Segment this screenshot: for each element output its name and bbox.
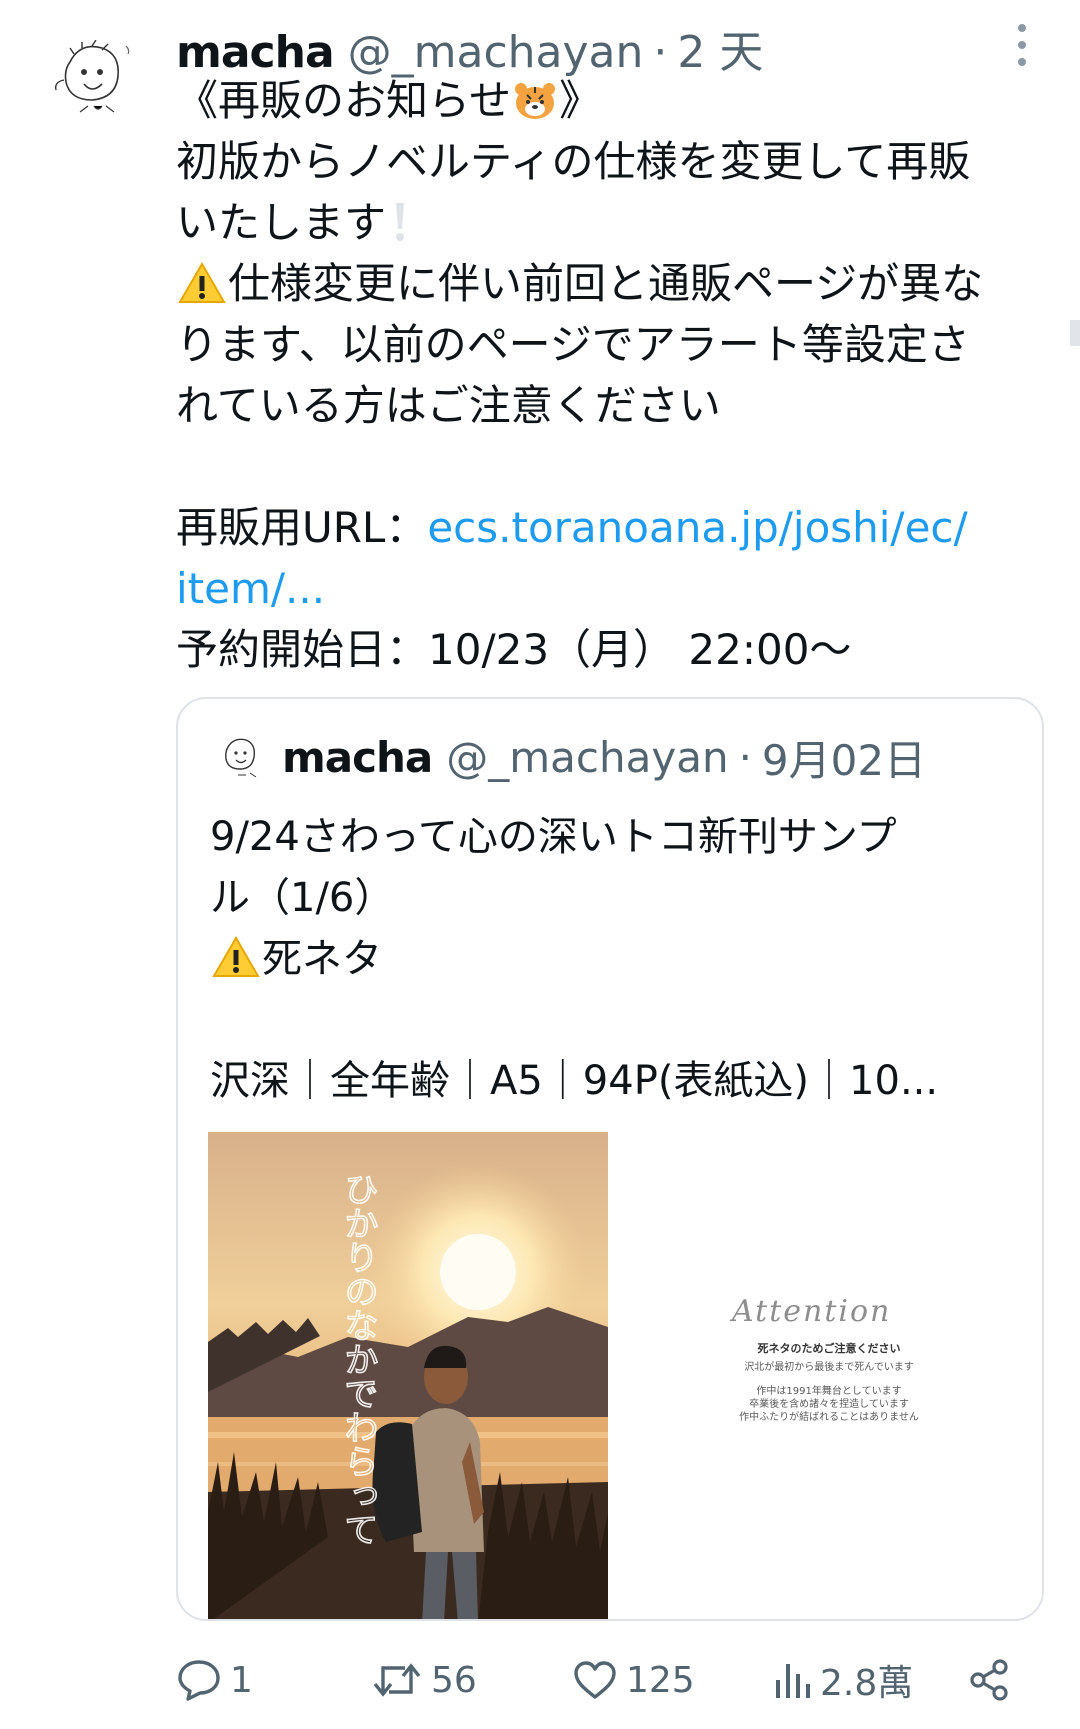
action-bar: 1 56 125 2.8萬 <box>176 1650 1026 1710</box>
retweet-icon <box>373 1663 421 1697</box>
author-avatar[interactable] <box>40 40 150 120</box>
url-line: 再販用URL：ecs.toranoana.jp/joshi/ec/ <box>176 503 968 552</box>
retweet-count: 56 <box>431 1659 477 1701</box>
warning-icon <box>212 936 260 977</box>
exclamation-icon <box>396 203 405 241</box>
quoted-tweet[interactable]: macha @_machayan · 9月02日 9/24さわって心の深いトコ新… <box>176 697 1044 1621</box>
attention-line-2: 沢北が最初から最後まで死んでいます <box>744 1362 914 1373</box>
cover-title: ひかりのなかでわらって <box>338 1172 378 1546</box>
tweet-line-6: れている方はご注意ください <box>176 381 721 430</box>
quoted-line-1: 9/24さわって心の深いトコ新刊サンプ <box>210 814 897 860</box>
reply-button[interactable]: 1 <box>176 1650 253 1710</box>
tweet-line-4: 仕様変更に伴い前回と通販ページが異な <box>176 253 1036 314</box>
attention-image[interactable]: Attention 死ネタのためご注意ください 沢北が最初から最後まで死んでいま… <box>612 1132 1042 1619</box>
views-button[interactable]: 2.8萬 <box>772 1650 913 1710</box>
quoted-avatar <box>225 738 257 778</box>
quoted-body: 9/24さわって心の深いトコ新刊サンプ ル（1/6） 死ネタ 沢深｜全年齢｜A5… <box>210 807 1030 1112</box>
reserve-date: 予約開始日：10/23（月） 22:00〜 <box>176 625 852 674</box>
views-count: 2.8萬 <box>820 1663 914 1704</box>
tweet-line-3: いたします <box>176 192 1036 253</box>
tweet-line-2: 初版からノベルティの仕様を変更して再販 <box>176 137 971 186</box>
attention-title: Attention <box>732 1294 892 1329</box>
reply-count: 1 <box>230 1659 253 1701</box>
resale-link[interactable]: ecs.toranoana.jp/joshi/ec/ <box>427 503 967 552</box>
resale-link-continued[interactable]: item/... <box>176 558 1036 619</box>
share-icon <box>970 1659 1008 1701</box>
like-count: 125 <box>626 1659 695 1701</box>
quoted-media[interactable]: ひかりのなかでわらって Attention 死ネタのためご注意ください 沢北が最… <box>178 1132 1042 1621</box>
tweet-line-1: 《再販のお知らせ》 <box>176 76 602 125</box>
quoted-handle[interactable]: @_machayan <box>446 733 728 782</box>
attention-line-1: 死ネタのためご注意ください <box>757 1342 901 1355</box>
share-button[interactable] <box>966 1650 1020 1710</box>
retweet-button[interactable]: 56 <box>371 1650 477 1710</box>
book-cover-image[interactable]: ひかりのなかでわらって <box>208 1132 608 1621</box>
quoted-line-3: 死ネタ <box>210 929 1030 990</box>
tweet-line-5: ります、以前のページでアラート等設定さ <box>176 320 970 369</box>
scrollbar-mark <box>1070 320 1080 346</box>
views-icon <box>776 1664 810 1698</box>
quoted-blank-line <box>210 990 1030 1051</box>
warning-icon <box>178 262 226 303</box>
attention-line-5: 作中ふたりが結ばれることはありません <box>739 1412 919 1423</box>
tweet-header: macha @_machayan · 2 天 <box>176 16 763 78</box>
quoted-separator: · <box>738 732 752 782</box>
tweet-body: 《再販のお知らせ》 初版からノベルティの仕様を変更して再販 いたします 仕様変更… <box>176 70 1036 680</box>
like-button[interactable]: 125 <box>572 1650 695 1710</box>
quoted-line-2: ル（1/6） <box>210 875 395 921</box>
tiger-icon <box>515 83 556 119</box>
reply-icon <box>178 1660 220 1701</box>
quoted-details: 沢深｜全年齢｜A5｜94P(表紙込)｜10... <box>210 1058 939 1104</box>
quoted-author-name[interactable]: macha <box>282 733 433 782</box>
quoted-header: macha @_machayan · 9月02日 <box>216 729 926 785</box>
like-icon <box>574 1661 616 1699</box>
quoted-time: 9月02日 <box>761 735 927 785</box>
